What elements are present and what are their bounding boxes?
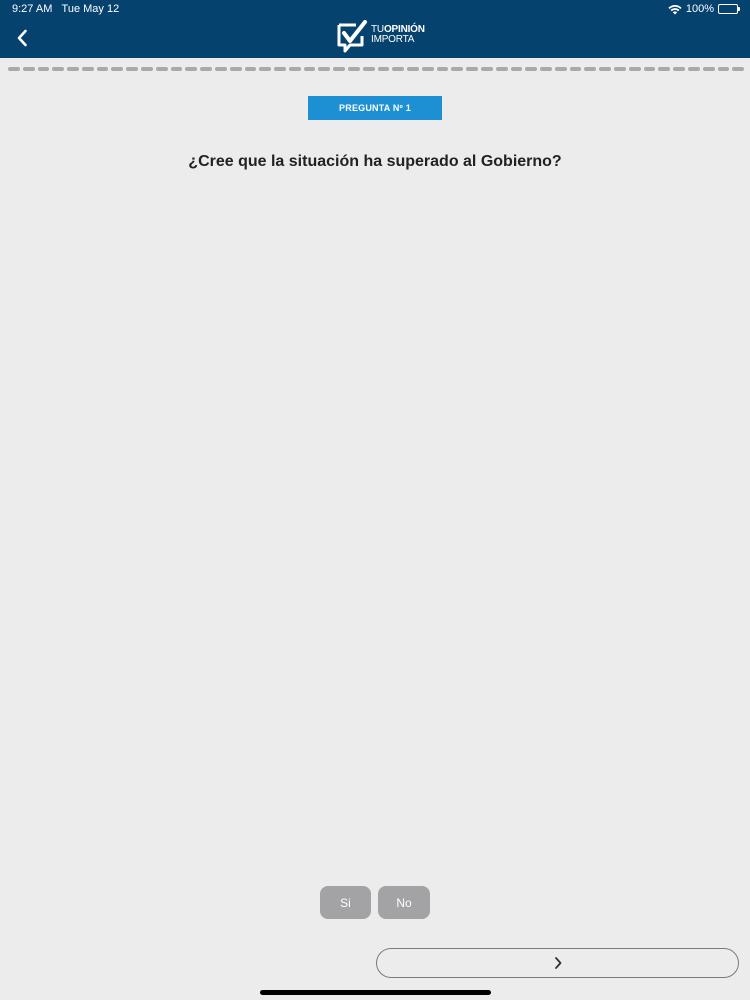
progress-step bbox=[200, 67, 212, 71]
progress-step bbox=[362, 67, 375, 71]
progress-step bbox=[466, 67, 478, 71]
progress-step bbox=[244, 67, 257, 71]
progress-step bbox=[717, 67, 730, 71]
progress-step bbox=[185, 67, 198, 71]
progress-step bbox=[214, 67, 227, 71]
progress-step bbox=[643, 67, 656, 71]
progress-step bbox=[170, 67, 183, 71]
progress-step bbox=[540, 67, 552, 71]
home-indicator[interactable] bbox=[260, 990, 491, 995]
progress-indicator bbox=[8, 67, 745, 71]
app-header: 9:27 AM Tue May 12 100% TUOPINIÓN IMPORT… bbox=[0, 0, 750, 58]
progress-step bbox=[96, 67, 109, 71]
progress-step bbox=[333, 67, 345, 71]
status-indicators: 100% bbox=[668, 3, 740, 15]
progress-step bbox=[392, 67, 405, 71]
progress-step bbox=[303, 67, 316, 71]
progress-step bbox=[673, 67, 685, 71]
progress-step bbox=[288, 67, 301, 71]
progress-step bbox=[8, 67, 20, 71]
answer-si-button[interactable]: Si bbox=[320, 886, 371, 919]
wifi-icon bbox=[668, 4, 682, 14]
progress-step bbox=[22, 67, 35, 71]
progress-step bbox=[377, 67, 390, 71]
progress-step bbox=[111, 67, 124, 71]
progress-step bbox=[495, 67, 508, 71]
progress-step bbox=[525, 67, 538, 71]
progress-step bbox=[481, 67, 493, 71]
progress-step bbox=[436, 67, 449, 71]
progress-step bbox=[81, 67, 94, 71]
progress-step bbox=[67, 67, 79, 71]
progress-step bbox=[407, 67, 419, 71]
progress-step bbox=[126, 67, 139, 71]
progress-step bbox=[451, 67, 464, 71]
progress-step bbox=[658, 67, 671, 71]
status-time: 9:27 AM Tue May 12 bbox=[12, 3, 120, 15]
progress-step bbox=[584, 67, 597, 71]
progress-step bbox=[687, 67, 700, 71]
progress-step bbox=[155, 67, 168, 71]
back-button[interactable] bbox=[10, 26, 34, 50]
progress-step bbox=[702, 67, 715, 71]
progress-step bbox=[37, 67, 50, 71]
question-text: ¿Cree que la situación ha superado al Go… bbox=[188, 153, 562, 170]
app-logo: TUOPINIÓN IMPORTA bbox=[336, 20, 425, 54]
progress-step bbox=[732, 67, 745, 71]
chevron-right-icon bbox=[554, 957, 561, 969]
battery-percent: 100% bbox=[685, 3, 714, 15]
progress-step bbox=[421, 67, 434, 71]
progress-step bbox=[274, 67, 286, 71]
question-number-badge: PREGUNTA Nº 1 bbox=[308, 96, 442, 120]
progress-step bbox=[141, 67, 153, 71]
next-button[interactable] bbox=[376, 948, 739, 978]
progress-step bbox=[229, 67, 242, 71]
chevron-left-icon bbox=[17, 29, 27, 47]
progress-step bbox=[510, 67, 523, 71]
progress-step bbox=[347, 67, 360, 71]
progress-step bbox=[52, 67, 65, 71]
checkbox-logo-icon bbox=[337, 20, 367, 53]
progress-step bbox=[569, 67, 582, 71]
progress-step bbox=[614, 67, 626, 71]
progress-step bbox=[554, 67, 567, 71]
progress-step bbox=[318, 67, 331, 71]
battery-icon bbox=[718, 4, 740, 14]
progress-step bbox=[599, 67, 612, 71]
progress-step bbox=[628, 67, 641, 71]
answer-no-button[interactable]: No bbox=[378, 886, 430, 919]
progress-step bbox=[259, 67, 272, 71]
